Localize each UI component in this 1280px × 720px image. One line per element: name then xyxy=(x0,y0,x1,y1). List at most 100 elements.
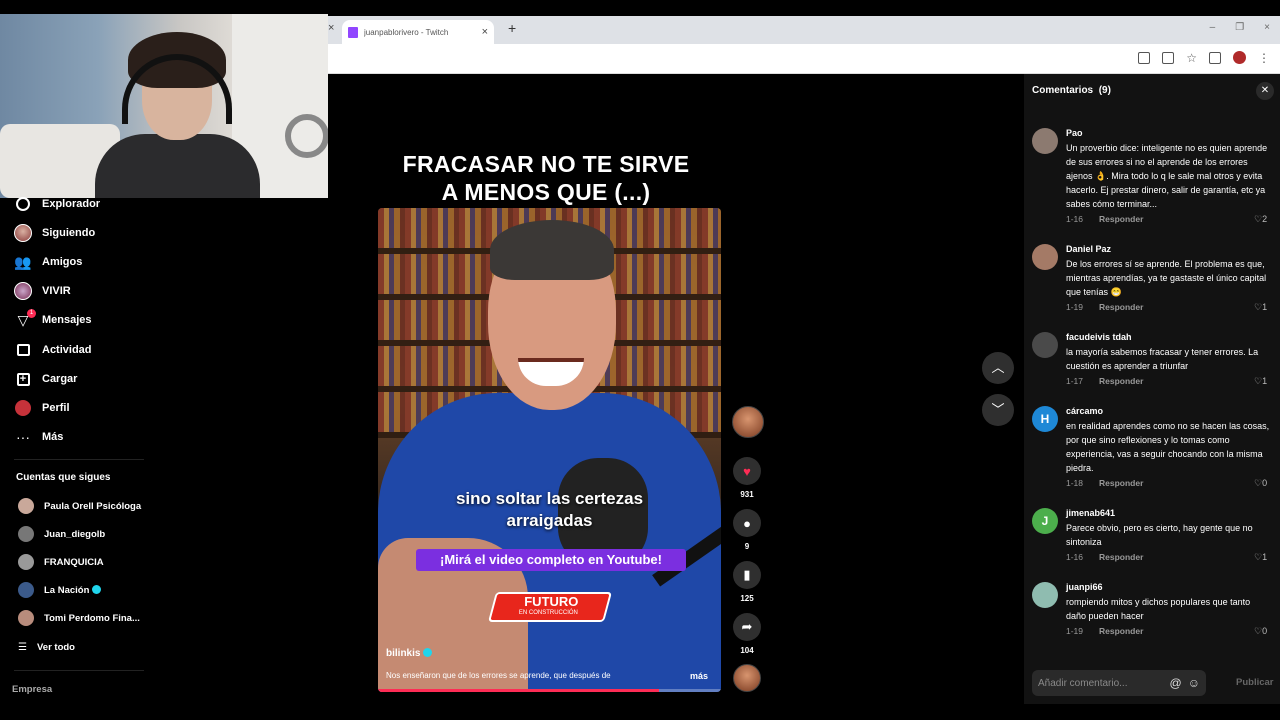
heart-outline-icon: ♡ xyxy=(1254,552,1263,562)
comment-username[interactable]: facudeivis tdah xyxy=(1066,332,1132,342)
comment-like-button[interactable]: ♡0 xyxy=(1254,478,1267,489)
comment-meta: 1-17 Responder xyxy=(1066,376,1143,386)
comment-like-count: 1 xyxy=(1262,552,1268,562)
sidebar-item-label: Siguiendo xyxy=(42,227,96,239)
address-bar[interactable]: ☆ ⋮ xyxy=(328,44,1280,74)
more-icon: ··· xyxy=(16,429,30,445)
comment-button[interactable]: ● 9 xyxy=(732,509,762,551)
following-section-title: Cuentas que sigues xyxy=(16,472,111,483)
video-player[interactable]: sino soltar las certezas arraigadas ¡Mir… xyxy=(378,208,721,692)
close-icon: ✕ xyxy=(1260,85,1270,96)
sidebar-divider xyxy=(14,459,144,460)
tab-close-icon[interactable]: × xyxy=(482,26,488,38)
sidebar-item-explorador[interactable]: Explorador xyxy=(14,194,100,214)
reply-button[interactable]: Responder xyxy=(1099,478,1143,488)
comment-input[interactable] xyxy=(1038,677,1164,689)
comment-like-button[interactable]: ♡1 xyxy=(1254,376,1267,387)
previous-video-button[interactable]: ︿ xyxy=(982,352,1014,384)
followed-account-name: La Nación xyxy=(44,584,102,596)
avatar[interactable] xyxy=(1032,244,1058,270)
prev-tab-close-icon[interactable]: × xyxy=(328,22,338,34)
avatar[interactable]: H xyxy=(1032,406,1058,432)
sidebar-item-label: Amigos xyxy=(42,256,83,268)
browser-menu-icon[interactable]: ⋮ xyxy=(1258,52,1270,64)
window-controls: – ❐ × xyxy=(1210,22,1270,33)
comment-like-button[interactable]: ♡1 xyxy=(1254,302,1267,313)
comment-username[interactable]: juanpi66 xyxy=(1066,582,1103,592)
followed-account[interactable]: La Nación xyxy=(18,581,102,599)
reply-button[interactable]: Responder xyxy=(1099,302,1143,312)
avatar[interactable]: J xyxy=(1032,508,1058,534)
avatar[interactable] xyxy=(1032,332,1058,358)
comment-like-button[interactable]: ♡1 xyxy=(1254,552,1267,563)
close-comments-button[interactable]: ✕ xyxy=(1256,82,1274,100)
sidebar: Explorador Siguiendo 👥 Amigos VIVIR ▽ 1 M… xyxy=(0,197,160,720)
followed-account[interactable]: Tomi Perdomo Fina... xyxy=(18,609,140,627)
minimize-button[interactable]: – xyxy=(1210,22,1216,33)
sidebar-item-mas[interactable]: ··· Más xyxy=(14,427,63,447)
toolbar-icons: ☆ ⋮ xyxy=(1138,51,1270,64)
comment-text: la mayoría sabemos fracasar y tener erro… xyxy=(1066,347,1259,371)
like-button[interactable]: ♥ 931 xyxy=(732,457,762,499)
reading-list-icon[interactable] xyxy=(1209,51,1221,64)
next-video-button[interactable]: ﹀ xyxy=(982,394,1014,426)
heart-outline-icon: ♡ xyxy=(1254,626,1263,636)
mention-icon[interactable]: @ xyxy=(1170,676,1182,690)
emoji-icon[interactable]: ☺ xyxy=(1188,676,1200,690)
chevron-up-icon: ︿ xyxy=(991,360,1005,375)
sidebar-item-amigos[interactable]: 👥 Amigos xyxy=(14,252,82,272)
messages-icon: ▽ 1 xyxy=(14,309,36,329)
heart-icon: ♥ xyxy=(733,457,761,485)
publish-button[interactable]: Publicar xyxy=(1236,677,1274,688)
reply-button[interactable]: Responder xyxy=(1099,626,1143,636)
share-count: 104 xyxy=(740,646,754,655)
sidebar-item-siguiendo[interactable]: Siguiendo xyxy=(14,223,95,243)
avatar xyxy=(18,498,34,514)
share-button[interactable]: ➦ 104 xyxy=(732,613,762,655)
caption-more-button[interactable]: más xyxy=(690,671,708,681)
close-window-button[interactable]: × xyxy=(1264,22,1270,33)
sidebar-item-label: Más xyxy=(42,431,64,443)
maximize-button[interactable]: ❐ xyxy=(1235,22,1244,33)
comment-username[interactable]: Daniel Paz xyxy=(1066,244,1111,254)
sound-avatar-button[interactable] xyxy=(732,664,762,692)
video-title-line: A MENOS QUE (...) xyxy=(441,179,651,205)
video-progress-bar[interactable] xyxy=(378,689,721,692)
reply-button[interactable]: Responder xyxy=(1099,552,1143,562)
creator-avatar-button[interactable] xyxy=(732,406,764,438)
footer-link-empresa[interactable]: Empresa xyxy=(12,684,52,695)
browser-tab-twitch[interactable]: juanpablorivero - Twitch × xyxy=(342,20,494,44)
comment-like-button[interactable]: ♡2 xyxy=(1254,214,1267,225)
new-tab-button[interactable]: + xyxy=(508,20,516,36)
avatar[interactable] xyxy=(1032,582,1058,608)
sidebar-item-mensajes[interactable]: ▽ 1 Mensajes xyxy=(14,309,92,330)
sidebar-item-label: Mensajes xyxy=(42,314,92,326)
like-count: 931 xyxy=(740,490,754,499)
comments-panel: Comentarios (9) ✕ Pao Un proverbio dice:… xyxy=(1024,74,1280,704)
followed-account[interactable]: FRANQUICIA xyxy=(18,553,104,571)
comment-text: Parece obvio, pero es cierto, hay gente … xyxy=(1066,523,1253,547)
translate-icon[interactable] xyxy=(1138,51,1151,64)
reply-button[interactable]: Responder xyxy=(1099,376,1143,386)
comment-username[interactable]: cárcamo xyxy=(1066,406,1103,416)
comments-count: (9) xyxy=(1098,85,1111,96)
video-author[interactable]: bilinkis xyxy=(386,648,433,659)
comment-username[interactable]: jimenab641 xyxy=(1066,508,1115,518)
see-all-link[interactable]: ☰ Ver todo xyxy=(18,638,75,656)
install-app-icon[interactable] xyxy=(1162,51,1175,64)
comment-username[interactable]: Pao xyxy=(1066,128,1083,138)
share-icon: ➦ xyxy=(733,613,761,641)
followed-account[interactable]: Paula Orell Psicóloga xyxy=(18,497,141,515)
comment-count: 9 xyxy=(744,542,750,551)
comment-like-button[interactable]: ♡0 xyxy=(1254,626,1267,637)
reply-button[interactable]: Responder xyxy=(1099,214,1143,224)
save-button[interactable]: ▮ 125 xyxy=(732,561,762,603)
profile-avatar[interactable] xyxy=(1233,51,1246,64)
sidebar-item-actividad[interactable]: Actividad xyxy=(14,340,92,360)
sidebar-item-cargar[interactable]: + Cargar xyxy=(14,369,77,389)
followed-account[interactable]: Juan_diegolb xyxy=(18,525,105,543)
avatar[interactable] xyxy=(1032,128,1058,154)
bookmark-star-icon[interactable]: ☆ xyxy=(1186,52,1197,64)
sidebar-item-vivir[interactable]: VIVIR xyxy=(14,281,71,301)
sidebar-item-perfil[interactable]: Perfil xyxy=(14,398,70,418)
